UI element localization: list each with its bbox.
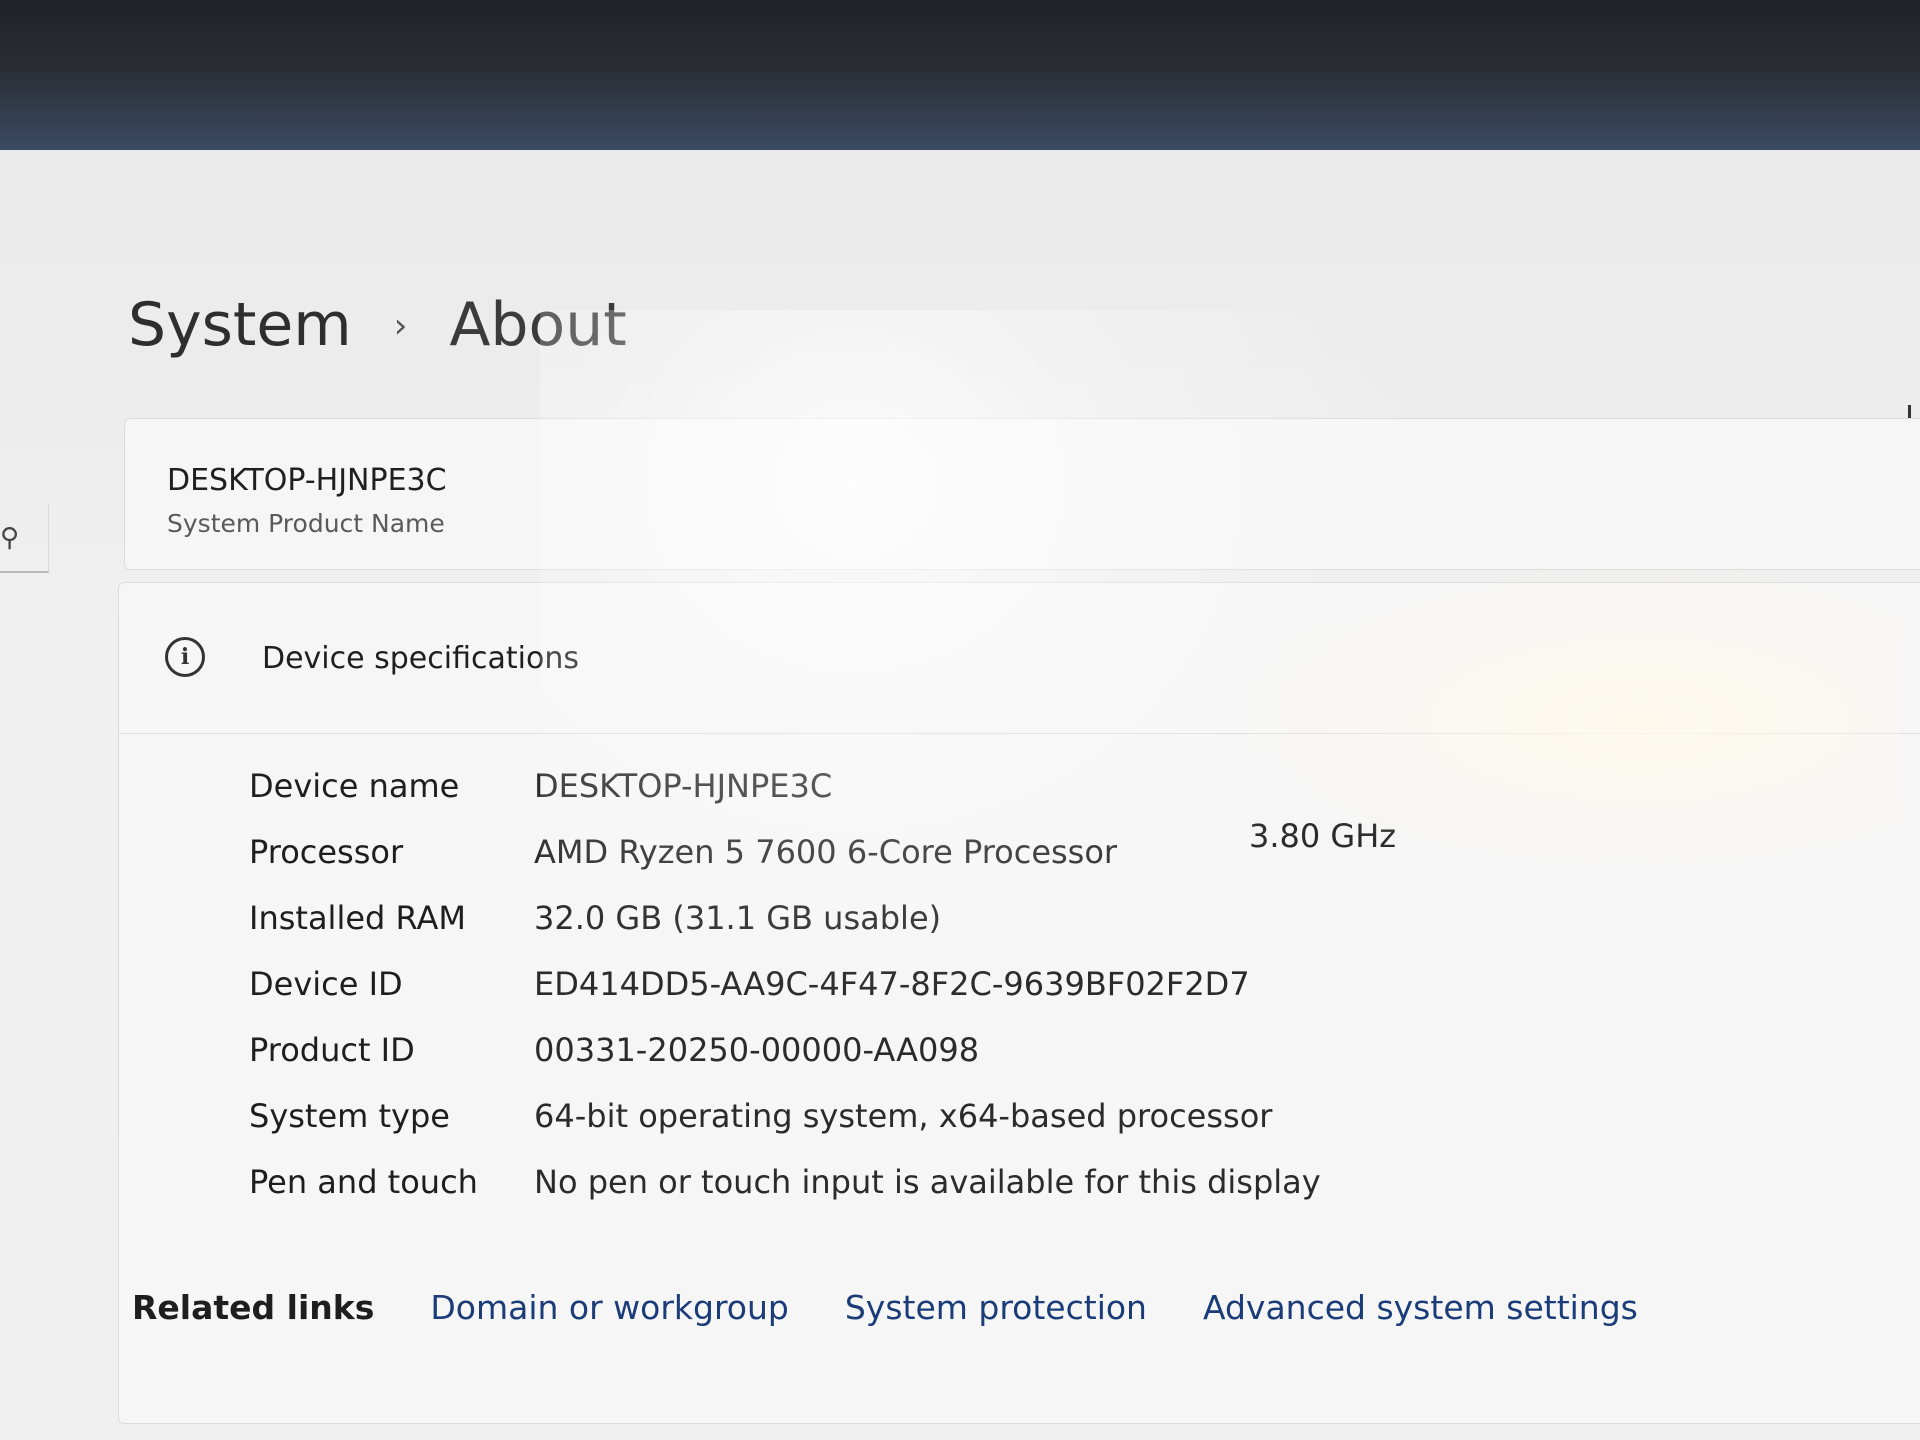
- advanced-system-settings-link[interactable]: Advanced system settings: [1203, 1288, 1638, 1327]
- spec-row-device-id: Device ID ED414DD5-AA9C-4F47-8F2C-9639BF…: [249, 965, 1649, 1031]
- spec-label: Device name: [249, 767, 460, 805]
- spec-row-device-name: Device name DESKTOP-HJNPE3C: [249, 767, 1649, 833]
- spec-value: 00331-20250-00000-AA098: [534, 1031, 980, 1069]
- spec-value: DESKTOP-HJNPE3C: [534, 767, 833, 805]
- spec-label: System type: [249, 1097, 450, 1135]
- spec-value: No pen or touch input is available for t…: [534, 1163, 1321, 1201]
- spec-row-pen-and-touch: Pen and touch No pen or touch input is a…: [249, 1163, 1649, 1229]
- spec-row-product-id: Product ID 00331-20250-00000-AA098: [249, 1031, 1649, 1097]
- spec-value: 32.0 GB (31.1 GB usable): [534, 899, 942, 937]
- related-links-label: Related links: [132, 1288, 375, 1327]
- product-name: System Product Name: [167, 509, 445, 538]
- device-name-card: DESKTOP-HJNPE3C System Product Name: [124, 418, 1920, 570]
- related-links: Related links Domain or workgroup System…: [132, 1288, 1638, 1327]
- spec-label: Product ID: [249, 1031, 415, 1069]
- device-specifications-title: Device specifications: [262, 641, 579, 676]
- hostname: DESKTOP-HJNPE3C: [167, 463, 447, 498]
- spec-label: Device ID: [249, 965, 403, 1003]
- spec-row-installed-ram: Installed RAM 32.0 GB (31.1 GB usable): [249, 899, 1649, 965]
- monitor-bezel: [0, 0, 1920, 150]
- domain-or-workgroup-link[interactable]: Domain or workgroup: [430, 1288, 789, 1327]
- search-icon: ⚲: [0, 523, 20, 553]
- spec-label: Processor: [249, 833, 404, 871]
- search-box[interactable]: ⚲: [0, 505, 49, 573]
- info-circle-icon: i: [165, 637, 205, 677]
- spec-value: 64-bit operating system, x64-based proce…: [534, 1097, 1273, 1135]
- spec-table: Device name DESKTOP-HJNPE3C Processor AM…: [249, 767, 1649, 1229]
- spec-row-processor: Processor AMD Ryzen 5 7600 6-Core Proces…: [249, 817, 1649, 899]
- spec-value: ED414DD5-AA9C-4F47-8F2C-9639BF02F2D7: [534, 965, 1250, 1003]
- page-title: About: [449, 290, 627, 360]
- system-protection-link[interactable]: System protection: [845, 1288, 1147, 1327]
- processor-speed: 3.80 GHz: [1249, 817, 1397, 855]
- device-specifications-header[interactable]: i Device specifications: [119, 583, 1920, 734]
- settings-window: ⚲ System › About DESKTOP-HJNPE3C System …: [0, 150, 1920, 1440]
- spec-row-system-type: System type 64-bit operating system, x64…: [249, 1097, 1649, 1163]
- chevron-right-icon: ›: [393, 306, 408, 346]
- spec-label: Pen and touch: [249, 1163, 478, 1201]
- breadcrumb-system[interactable]: System: [128, 290, 352, 360]
- spec-label: Installed RAM: [249, 899, 466, 937]
- breadcrumb: System › About: [128, 290, 627, 360]
- spec-value: AMD Ryzen 5 7600 6-Core Processor: [534, 833, 1118, 871]
